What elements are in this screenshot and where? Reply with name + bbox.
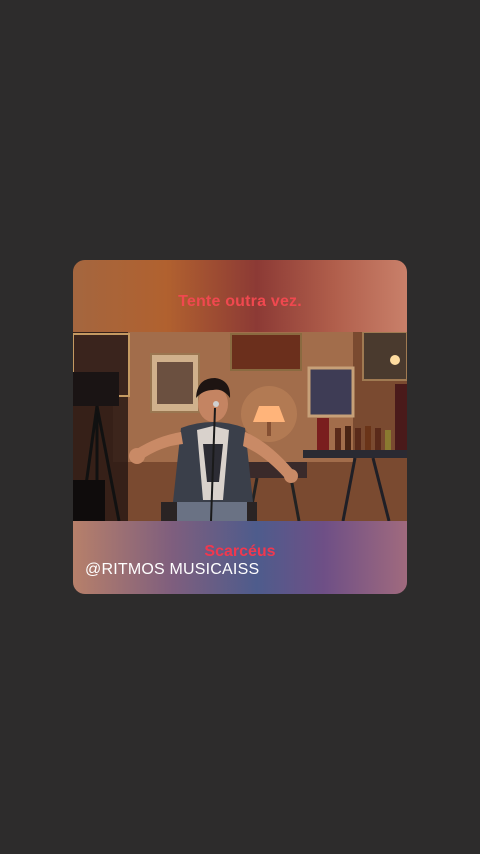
video-frame[interactable] bbox=[73, 332, 407, 521]
painting-right bbox=[307, 366, 355, 418]
side-table bbox=[303, 450, 407, 458]
song-title: Scarcéus bbox=[204, 543, 276, 560]
wall-light bbox=[390, 355, 400, 365]
video-scene bbox=[73, 332, 407, 521]
lyric-caption: Tente outra vez. bbox=[178, 293, 302, 310]
post-card[interactable]: Tente outra vez. Scarcéus @RITMOS MUSICA… bbox=[73, 260, 407, 594]
painting-corner bbox=[362, 332, 407, 381]
amp bbox=[73, 480, 105, 521]
painting-center bbox=[230, 333, 302, 371]
microphone bbox=[213, 401, 219, 407]
poster-image bbox=[157, 362, 193, 404]
camera bbox=[73, 372, 119, 406]
lamp-glow bbox=[241, 386, 297, 442]
account-handle[interactable]: @RITMOS MUSICAISS bbox=[85, 561, 259, 579]
